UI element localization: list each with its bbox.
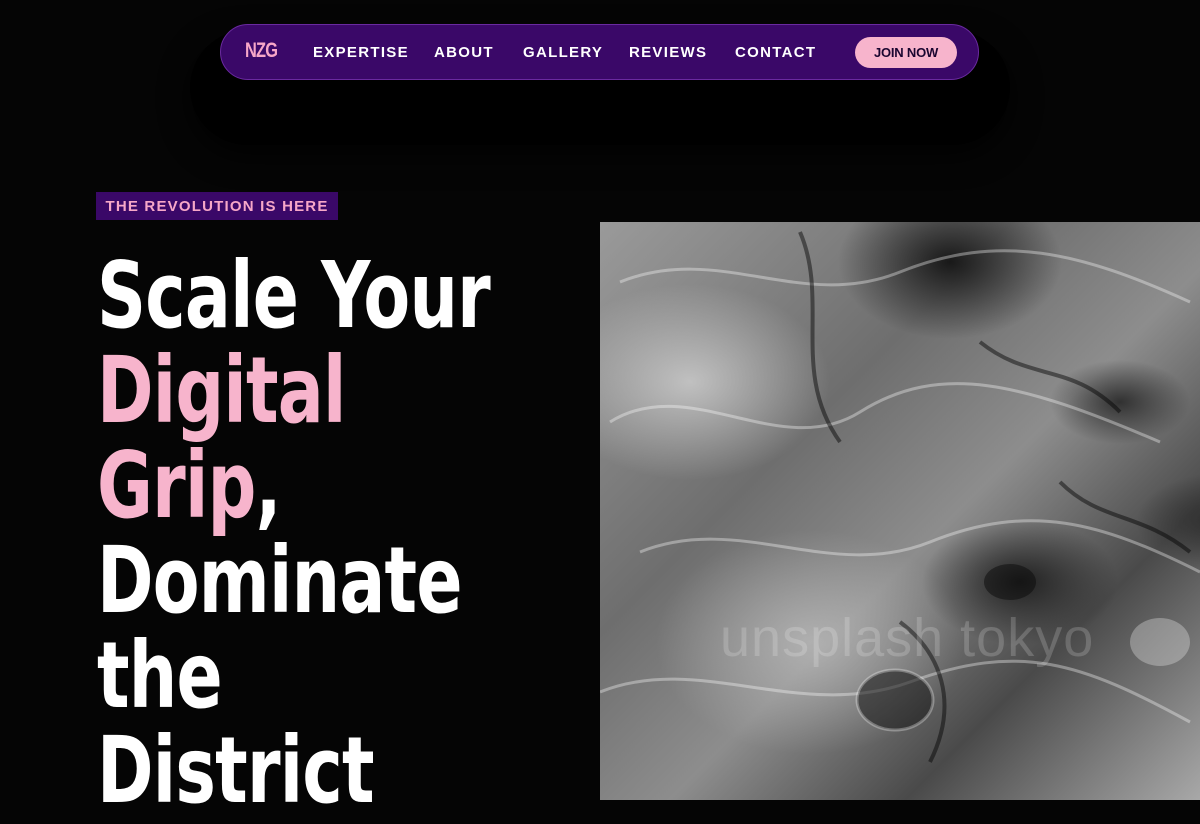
headline-line-5: the (97, 622, 223, 729)
headline-line-2: Digital (97, 337, 346, 444)
headline-line-1: Scale Your (97, 242, 491, 349)
nav-link-reviews[interactable]: REVIEWS (629, 44, 707, 61)
top-navigation: NZG EXPERTISE ABOUT GALLERY REVIEWS CONT… (220, 24, 979, 80)
headline-line-4: Dominate (97, 527, 463, 634)
nav-link-expertise[interactable]: EXPERTISE (313, 44, 409, 61)
nav-link-about[interactable]: ABOUT (434, 44, 494, 61)
headline-line-3: Grip, (97, 438, 490, 533)
hero-headline: Scale Your Digital Grip, Dominate the Di… (97, 242, 491, 824)
headline-line-6: District (97, 717, 375, 824)
hero-tagline-badge: THE REVOLUTION IS HERE (96, 192, 338, 220)
join-now-button[interactable]: JOIN NOW (855, 37, 957, 68)
paint-texture-graphic (600, 231, 1200, 763)
image-watermark: unsplash tokyo (720, 608, 1095, 668)
headline-grip: Grip (97, 432, 256, 539)
nav-link-contact[interactable]: CONTACT (735, 44, 816, 61)
headline-comma: , (255, 432, 282, 539)
hero-texture-image: unsplash tokyo (600, 222, 1200, 800)
nav-link-gallery[interactable]: GALLERY (523, 44, 603, 61)
